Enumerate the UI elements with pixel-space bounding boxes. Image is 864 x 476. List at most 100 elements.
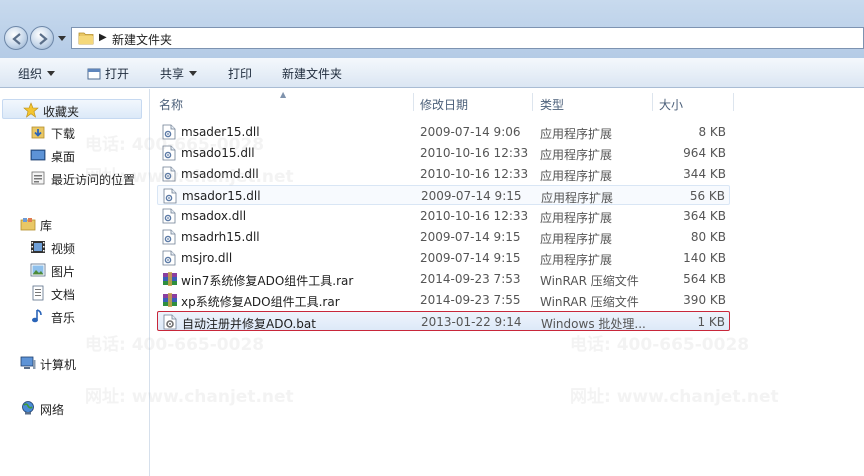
open-icon (87, 68, 101, 80)
watermark-text: 电话: 400-665-0028 (570, 335, 750, 355)
file-name: msadrh15.dll (181, 230, 260, 244)
nav-documents-label: 文档 (51, 288, 76, 302)
nav-downloads[interactable]: 下载 (0, 122, 150, 142)
nav-pictures[interactable]: 图片 (0, 260, 150, 280)
file-name: msado15.dll (181, 146, 255, 160)
file-size: 964 KB (683, 146, 726, 160)
libraries-icon (20, 218, 36, 231)
nav-videos[interactable]: 视频 (0, 237, 150, 257)
star-icon (23, 102, 39, 118)
open-button[interactable]: 打开 (87, 65, 129, 82)
file-row[interactable]: xp系统修复ADO组件工具.rar 2014-09-23 7:55 WinRAR… (157, 290, 730, 310)
dll-file-icon (163, 188, 177, 207)
column-divider[interactable] (413, 93, 414, 111)
file-date: 2014-09-23 7:53 (420, 272, 521, 286)
breadcrumb-separator-icon[interactable]: ▶ (99, 32, 107, 43)
downloads-folder-icon (31, 126, 45, 139)
nav-music-label: 音乐 (51, 311, 76, 325)
file-row[interactable]: msjro.dll 2009-07-14 9:15 应用程序扩展 140 KB (157, 248, 730, 268)
file-size: 564 KB (683, 272, 726, 286)
nav-computer[interactable]: 计算机 (0, 353, 150, 373)
nav-downloads-label: 下载 (51, 127, 76, 141)
column-divider[interactable] (733, 93, 734, 111)
network-icon (22, 401, 34, 415)
organize-button[interactable]: 组织 (18, 65, 56, 82)
chevron-down-icon (47, 71, 56, 76)
column-header-name[interactable]: 名称 (159, 96, 183, 113)
nav-favorites[interactable]: 收藏夹 (2, 99, 142, 119)
new-folder-button[interactable]: 新建文件夹 (282, 65, 342, 82)
file-size: 8 KB (698, 125, 726, 139)
computer-icon (20, 356, 36, 369)
arrow-left-icon (12, 33, 21, 45)
command-toolbar: 组织 打开 共享 打印 新建文件夹 (0, 58, 864, 88)
file-date: 2010-10-16 12:33 (420, 167, 529, 181)
organize-label: 组织 (18, 67, 43, 81)
share-button[interactable]: 共享 (160, 65, 198, 82)
forward-button[interactable] (30, 26, 54, 50)
file-name: msader15.dll (181, 125, 260, 139)
file-row[interactable]: msadrh15.dll 2009-07-14 9:15 应用程序扩展 80 K… (157, 227, 730, 247)
open-label: 打开 (105, 67, 130, 81)
file-date: 2009-07-14 9:15 (420, 251, 521, 265)
nav-libraries[interactable]: 库 (0, 214, 150, 234)
file-type: 应用程序扩展 (541, 191, 614, 205)
column-divider[interactable] (532, 93, 533, 111)
nav-recent-places[interactable]: 最近访问的位置 (0, 168, 150, 188)
file-name: msjro.dll (181, 251, 233, 265)
video-library-icon (31, 241, 45, 253)
file-date: 2009-07-14 9:15 (420, 230, 521, 244)
breadcrumb-current-folder[interactable]: 新建文件夹 (112, 31, 172, 48)
dll-file-icon (162, 208, 176, 227)
file-row[interactable]: msader15.dll 2009-07-14 9:06 应用程序扩展 8 KB (157, 122, 730, 142)
picture-library-icon (30, 263, 46, 277)
file-name: xp系统修复ADO组件工具.rar (181, 295, 340, 309)
file-row[interactable]: msador15.dll 2009-07-14 9:15 应用程序扩展 56 K… (157, 185, 730, 205)
music-note-icon (32, 309, 42, 323)
file-row[interactable]: msadox.dll 2010-10-16 12:33 应用程序扩展 364 K… (157, 206, 730, 226)
file-type: 应用程序扩展 (540, 253, 613, 267)
nav-music[interactable]: 音乐 (0, 306, 150, 326)
recent-pages-dropdown-icon[interactable] (58, 34, 66, 42)
nav-network-label: 网络 (40, 403, 65, 417)
back-button[interactable] (4, 26, 28, 50)
column-divider[interactable] (652, 93, 653, 111)
batch-file-icon (163, 314, 177, 333)
file-row[interactable]: msadomd.dll 2010-10-16 12:33 应用程序扩展 344 … (157, 164, 730, 184)
column-header-type[interactable]: 类型 (540, 96, 564, 113)
nav-pictures-label: 图片 (51, 265, 76, 279)
file-size: 56 KB (689, 189, 725, 203)
file-size: 140 KB (683, 251, 726, 265)
column-header-size[interactable]: 大小 (659, 96, 683, 113)
file-type: 应用程序扩展 (540, 127, 613, 141)
file-date: 2013-01-22 9:14 (421, 315, 522, 329)
file-name: win7系统修复ADO组件工具.rar (181, 274, 354, 288)
rar-archive-icon (162, 271, 178, 290)
nav-documents[interactable]: 文档 (0, 283, 150, 303)
file-row-selected[interactable]: 自动注册并修复ADO.bat 2013-01-22 9:14 Windows 批… (157, 311, 730, 331)
nav-network[interactable]: 网络 (0, 398, 150, 418)
nav-desktop[interactable]: 桌面 (0, 145, 150, 165)
file-date: 2010-10-16 12:33 (420, 146, 529, 160)
file-date: 2010-10-16 12:33 (420, 209, 529, 223)
file-name: msadox.dll (181, 209, 247, 223)
print-button[interactable]: 打印 (228, 65, 252, 82)
file-type: WinRAR 压缩文件 (540, 274, 639, 288)
file-type: WinRAR 压缩文件 (540, 295, 639, 309)
navigation-pane: 收藏夹 下载 桌面 最近访问的位置 库 视频 图片 文档 音乐 计算机 网络 (0, 89, 150, 476)
nav-videos-label: 视频 (51, 242, 76, 256)
file-date: 2009-07-14 9:06 (420, 125, 521, 139)
file-size: 1 KB (697, 315, 725, 329)
file-size: 344 KB (683, 167, 726, 181)
file-row[interactable]: win7系统修复ADO组件工具.rar 2014-09-23 7:53 WinR… (157, 269, 730, 289)
file-type: Windows 批处理... (541, 317, 646, 331)
dll-file-icon (162, 250, 176, 269)
address-bar[interactable]: ▶ 新建文件夹 (71, 27, 864, 49)
file-row[interactable]: msado15.dll 2010-10-16 12:33 应用程序扩展 964 … (157, 143, 730, 163)
file-type: 应用程序扩展 (540, 169, 613, 183)
desktop-icon (30, 149, 46, 161)
arrow-right-icon (39, 33, 48, 45)
file-type: 应用程序扩展 (540, 148, 613, 162)
rar-archive-icon (162, 292, 178, 311)
column-header-date[interactable]: 修改日期 (420, 96, 468, 113)
